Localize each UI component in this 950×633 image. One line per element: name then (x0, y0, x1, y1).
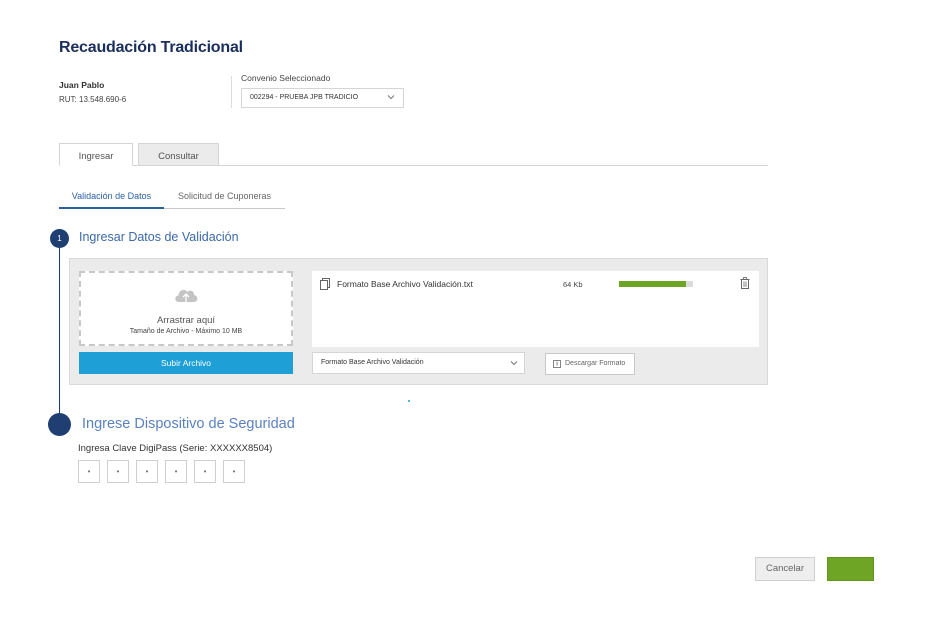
loading-dot (408, 400, 410, 402)
dropzone-subtitle: Tamaño de Archivo - Máximo 10 MB (129, 328, 243, 335)
uploaded-file-card: Formato Base Archivo Validación.txt 64 K… (312, 271, 759, 347)
upload-progress-fill (619, 281, 686, 287)
format-select[interactable]: Formato Base Archivo Validación (312, 352, 525, 374)
cancel-button[interactable]: Cancelar (755, 557, 815, 581)
stepper-line (59, 245, 60, 420)
document-icon (320, 278, 330, 290)
pin-field-6[interactable]: • (223, 460, 245, 483)
convenio-select[interactable]: 002294 - PRUEBA JPB TRADICIO (241, 88, 404, 108)
tabs-divider (59, 165, 768, 166)
page-title: Recaudación Tradicional (59, 39, 243, 56)
user-name: Juan Pablo (59, 80, 105, 90)
tab-consultar[interactable]: Consultar (138, 143, 219, 166)
step-2-title: Ingrese Dispositivo de Seguridad (82, 416, 295, 432)
upload-file-button[interactable]: Subir Archivo (79, 352, 293, 374)
user-rut: RUT: 13.548.690-6 (59, 95, 127, 104)
convenio-label: Convenio Seleccionado (241, 73, 331, 83)
pin-field-3[interactable]: • (136, 460, 158, 483)
trash-icon[interactable] (740, 277, 750, 289)
dropzone-title: Arrastrar aquí (156, 315, 216, 326)
convenio-select-value: 002294 - PRUEBA JPB TRADICIO (250, 94, 359, 101)
step-1-title: Ingresar Datos de Validación (79, 230, 239, 244)
download-format-button[interactable]: Descargar Formato (545, 353, 635, 375)
tab-ingresar[interactable]: Ingresar (59, 143, 133, 166)
chevron-down-icon (387, 95, 395, 100)
pin-field-1[interactable]: • (78, 460, 100, 483)
subtab-validacion-datos[interactable]: Validación de Datos (59, 191, 164, 209)
format-select-value: Formato Base Archivo Validación (321, 359, 424, 366)
chevron-down-icon (510, 361, 518, 366)
cloud-upload-icon (175, 289, 198, 307)
pin-field-2[interactable]: • (107, 460, 129, 483)
pin-field-5[interactable]: • (194, 460, 216, 483)
file-size: 64 Kb (563, 280, 583, 289)
step-1-badge: 1 (50, 229, 69, 248)
file-dropzone[interactable]: Arrastrar aquí Tamaño de Archivo - Máxim… (79, 271, 293, 346)
pin-field-4[interactable]: • (165, 460, 187, 483)
digipass-label: Ingresa Clave DigiPass (Serie: XXXXXX850… (78, 443, 273, 454)
step-2-badge (48, 413, 71, 436)
file-name: Formato Base Archivo Validación.txt (337, 279, 473, 289)
header-divider (231, 76, 232, 108)
upload-progress-bar (619, 281, 693, 287)
download-icon (553, 360, 561, 368)
download-format-label: Descargar Formato (565, 360, 626, 367)
subtab-solicitud-cuponeras[interactable]: Solicitud de Cuponeras (164, 191, 285, 209)
confirm-button[interactable] (827, 557, 874, 581)
